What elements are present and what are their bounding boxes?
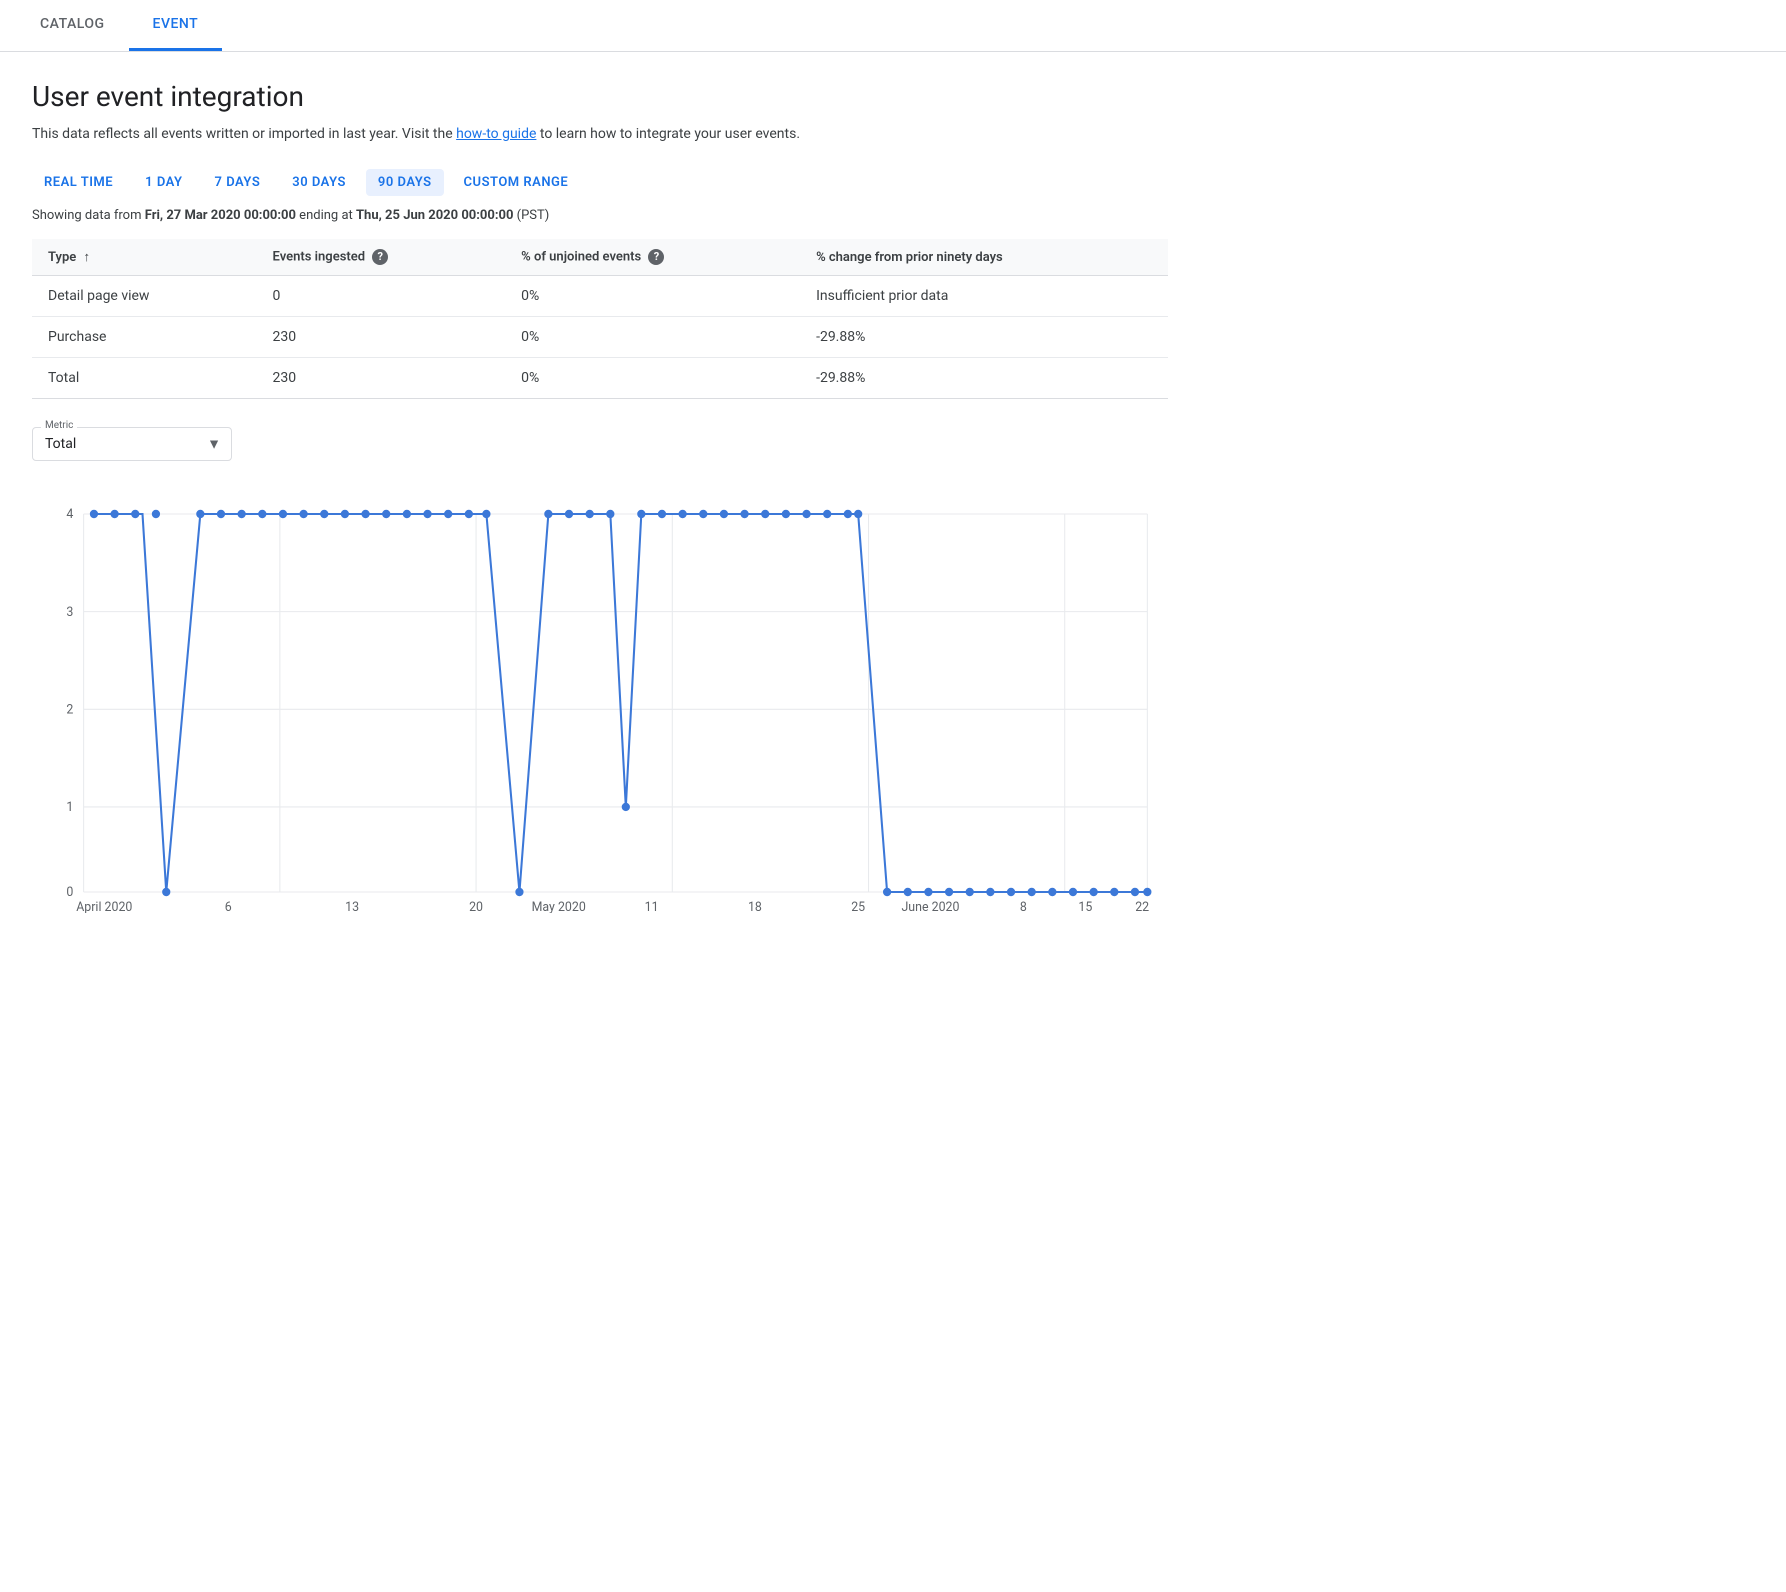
svg-text:8: 8 xyxy=(1020,900,1027,913)
data-info-bar: Showing data from Fri, 27 Mar 2020 00:00… xyxy=(32,208,1168,223)
cell-type-2: Total xyxy=(32,358,257,399)
svg-text:11: 11 xyxy=(645,900,659,913)
sort-asc-icon[interactable]: ↑ xyxy=(84,249,91,265)
data-info-timezone: (PST) xyxy=(513,208,549,223)
cell-ingested-1: 230 xyxy=(257,317,506,358)
tab-event[interactable]: EVENT xyxy=(129,0,223,51)
cell-unjoined-0: 0% xyxy=(505,276,800,317)
time-range-tabs: REAL TIME 1 DAY 7 DAYS 30 DAYS 90 DAYS C… xyxy=(32,169,1168,196)
svg-text:3: 3 xyxy=(66,605,73,620)
col-header-type: Type ↑ xyxy=(32,239,257,276)
cell-unjoined-2: 0% xyxy=(505,358,800,399)
cell-change-2: -29.88% xyxy=(800,358,1168,399)
events-table: Type ↑ Events ingested ? % of unjoined e… xyxy=(32,239,1168,399)
svg-text:15: 15 xyxy=(1078,900,1092,913)
table-row: Total 230 0% -29.88% xyxy=(32,358,1168,399)
col-header-unjoined: % of unjoined events ? xyxy=(505,239,800,276)
col-header-change: % change from prior ninety days xyxy=(800,239,1168,276)
time-tab-realtime[interactable]: REAL TIME xyxy=(32,169,125,196)
cell-change-1: -29.88% xyxy=(800,317,1168,358)
data-info-text: Showing data from xyxy=(32,208,145,223)
svg-text:April 2020: April 2020 xyxy=(76,900,132,913)
description-start: This data reflects all events written or… xyxy=(32,126,456,142)
chevron-down-icon: ▼ xyxy=(207,436,221,453)
time-tab-90days[interactable]: 90 DAYS xyxy=(366,169,444,196)
time-tab-7days[interactable]: 7 DAYS xyxy=(203,169,273,196)
svg-text:18: 18 xyxy=(748,900,762,913)
svg-text:May 2020: May 2020 xyxy=(532,900,586,913)
main-content: User event integration This data reflect… xyxy=(0,52,1200,941)
metric-dropdown[interactable]: Metric Total ▼ xyxy=(32,427,232,461)
howto-guide-link[interactable]: how-to guide xyxy=(456,126,536,142)
page-description: This data reflects all events written or… xyxy=(32,123,1168,145)
svg-text:0: 0 xyxy=(66,885,73,900)
cell-type-0: Detail page view xyxy=(32,276,257,317)
top-nav: CATALOG EVENT xyxy=(0,0,1786,52)
svg-text:June 2020: June 2020 xyxy=(901,900,959,913)
svg-text:13: 13 xyxy=(345,900,359,913)
table-row: Detail page view 0 0% Insufficient prior… xyxy=(32,276,1168,317)
metric-section: Metric Total ▼ xyxy=(32,427,1168,461)
svg-text:4: 4 xyxy=(66,507,73,522)
svg-text:2: 2 xyxy=(66,703,73,718)
description-end: to learn how to integrate your user even… xyxy=(536,126,800,142)
page-title: User event integration xyxy=(32,80,1168,113)
time-tab-1day[interactable]: 1 DAY xyxy=(133,169,194,196)
svg-text:1: 1 xyxy=(66,800,73,815)
unjoined-help-icon[interactable]: ? xyxy=(648,249,664,265)
svg-text:20: 20 xyxy=(469,900,483,913)
data-info-middle: ending at xyxy=(296,208,356,223)
cell-ingested-0: 0 xyxy=(257,276,506,317)
ingested-help-icon[interactable]: ? xyxy=(372,249,388,265)
cell-ingested-2: 230 xyxy=(257,358,506,399)
col-unjoined-label: % of unjoined events xyxy=(521,250,641,265)
data-info-end-date: Thu, 25 Jun 2020 00:00:00 xyxy=(356,208,513,223)
time-tab-custom[interactable]: CUSTOM RANGE xyxy=(452,169,581,196)
col-type-label: Type xyxy=(48,250,76,265)
metric-label: Metric xyxy=(41,420,77,431)
col-ingested-label: Events ingested xyxy=(273,250,366,265)
metric-value: Total xyxy=(45,436,76,452)
svg-text:6: 6 xyxy=(225,900,232,913)
cell-type-1: Purchase xyxy=(32,317,257,358)
svg-text:25: 25 xyxy=(851,900,865,913)
chart-container: 4 3 2 1 0 xyxy=(32,493,1168,913)
time-tab-30days[interactable]: 30 DAYS xyxy=(280,169,358,196)
cell-change-0: Insufficient prior data xyxy=(800,276,1168,317)
line-chart: 4 3 2 1 0 xyxy=(32,493,1168,913)
data-info-start-date: Fri, 27 Mar 2020 00:00:00 xyxy=(145,208,296,223)
table-header-row: Type ↑ Events ingested ? % of unjoined e… xyxy=(32,239,1168,276)
svg-text:22: 22 xyxy=(1135,900,1149,913)
table-row: Purchase 230 0% -29.88% xyxy=(32,317,1168,358)
col-header-ingested: Events ingested ? xyxy=(257,239,506,276)
cell-unjoined-1: 0% xyxy=(505,317,800,358)
tab-catalog[interactable]: CATALOG xyxy=(16,0,129,51)
